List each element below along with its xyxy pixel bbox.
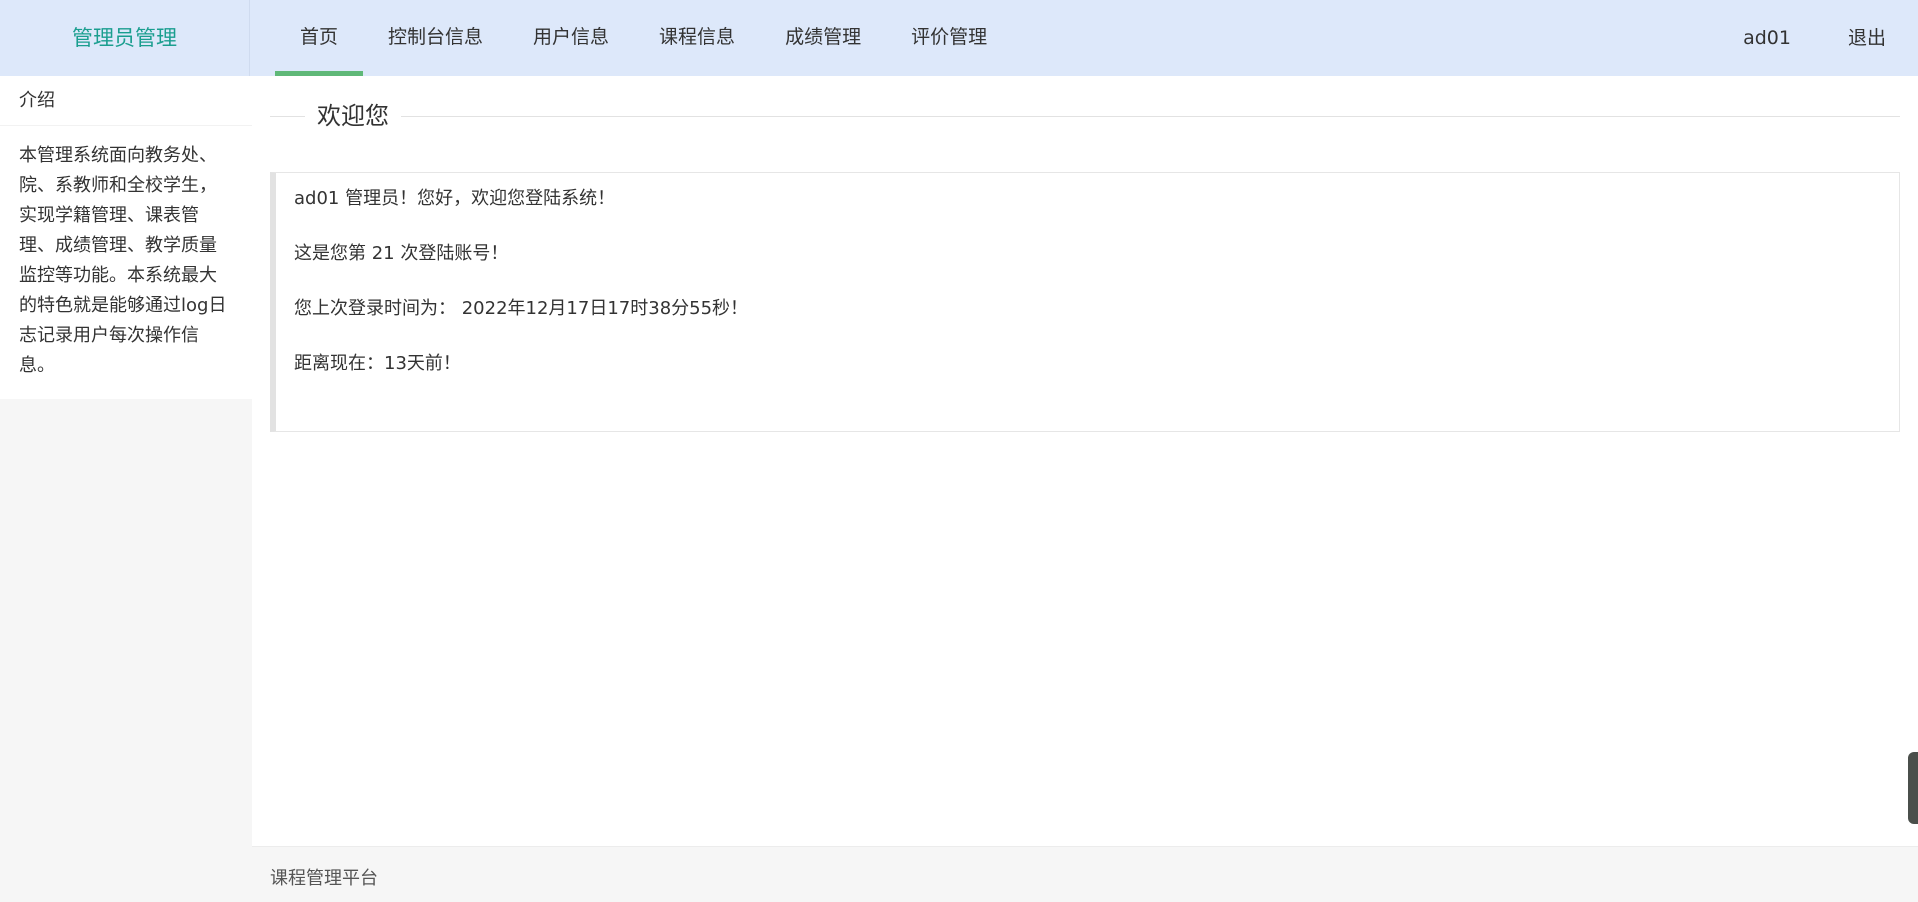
main-nav: 首页 控制台信息 用户信息 课程信息 成绩管理 评价管理 xyxy=(275,0,1012,76)
nav-item-home[interactable]: 首页 xyxy=(275,0,364,76)
main-content: 欢迎您 ad01 管理员！您好，欢迎您登陆系统！ 这是您第 21 次登陆账号！ … xyxy=(252,76,1918,846)
login-count-line: 这是您第 21 次登陆账号！ xyxy=(294,243,509,264)
footer-text: 课程管理平台 xyxy=(270,868,378,889)
welcome-fieldset: 欢迎您 xyxy=(270,100,1900,132)
top-header: 管理员管理 首页 控制台信息 用户信息 课程信息 成绩管理 评价管理 ad01 … xyxy=(0,0,1918,76)
welcome-quote-box: ad01 管理员！您好，欢迎您登陆系统！ 这是您第 21 次登陆账号！ 您上次登… xyxy=(270,172,1900,432)
app-logo[interactable]: 管理员管理 xyxy=(0,0,250,76)
welcome-legend: 欢迎您 xyxy=(305,100,401,132)
nav-item-courses[interactable]: 课程信息 xyxy=(634,0,760,76)
user-area: ad01 退出 xyxy=(1718,0,1918,76)
sidebar: 介绍 本管理系统面向教务处、院、系教师和全校学生，实现学籍管理、课表管理、成绩管… xyxy=(0,76,252,902)
nav-item-grades[interactable]: 成绩管理 xyxy=(760,0,886,76)
side-widget-handle[interactable] xyxy=(1908,752,1918,824)
nav-item-console[interactable]: 控制台信息 xyxy=(363,0,508,76)
username-link[interactable]: ad01 xyxy=(1718,0,1823,76)
greeting-line: ad01 管理员！您好，欢迎您登陆系统！ xyxy=(294,188,616,209)
days-since-line: 距离现在：13天前！ xyxy=(294,353,461,374)
last-login-line: 您上次登录时间为： 2022年12月17日17时38分55秒！ xyxy=(294,298,749,319)
nav-item-evaluation[interactable]: 评价管理 xyxy=(886,0,1012,76)
nav-item-users[interactable]: 用户信息 xyxy=(508,0,634,76)
intro-card: 介绍 本管理系统面向教务处、院、系教师和全校学生，实现学籍管理、课表管理、成绩管… xyxy=(0,76,252,399)
intro-title: 介绍 xyxy=(0,76,252,126)
footer: 课程管理平台 xyxy=(252,846,1918,902)
intro-text: 本管理系统面向教务处、院、系教师和全校学生，实现学籍管理、课表管理、成绩管理、教… xyxy=(19,145,227,376)
logout-link[interactable]: 退出 xyxy=(1823,0,1918,76)
